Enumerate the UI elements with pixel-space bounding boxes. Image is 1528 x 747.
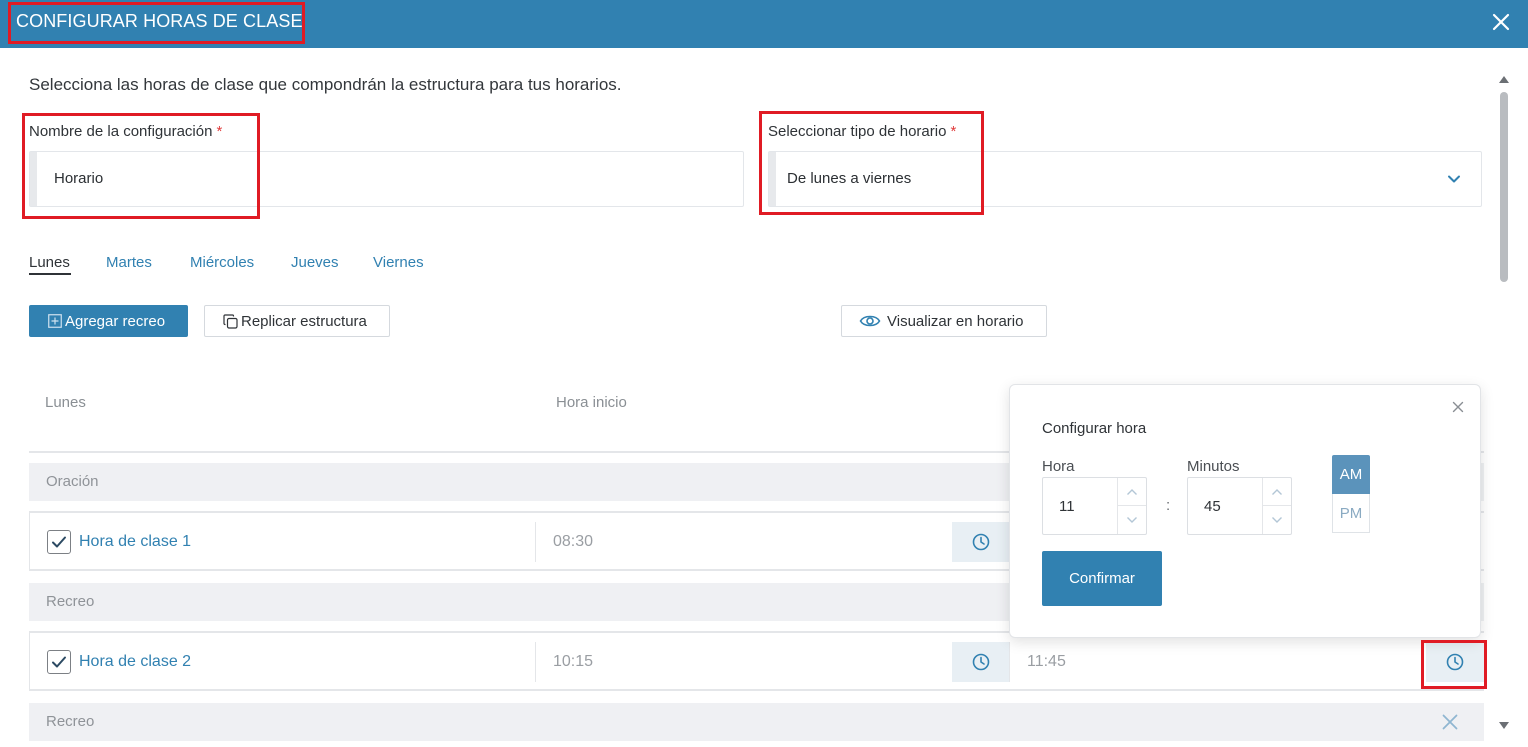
chevron-down-icon [1272, 517, 1282, 523]
chevron-down-icon [1127, 517, 1137, 523]
clock-icon [972, 653, 990, 671]
scrollbar-thumb[interactable] [1500, 92, 1508, 282]
chevron-up-icon [1127, 488, 1137, 495]
close-icon[interactable] [1452, 401, 1464, 413]
input-accent-bar [769, 152, 776, 206]
table-row-class: Hora de clase 2 10:15 11:45 [29, 631, 1484, 691]
dialog-title: CONFIGURAR HORAS DE CLASE [16, 11, 303, 31]
input-accent-bar [30, 152, 37, 206]
schedule-type-value: De lunes a viernes [787, 170, 912, 187]
minutes-decrement-button[interactable] [1263, 506, 1291, 534]
required-mark: * [216, 123, 223, 140]
replicate-structure-button[interactable]: Replicar estructura [204, 305, 390, 337]
checkmark-icon [52, 656, 66, 668]
class-checkbox[interactable] [47, 530, 71, 554]
column-header-start: Hora inicio [556, 394, 627, 411]
scrollbar[interactable] [1494, 66, 1514, 736]
minutes-label: Minutos [1187, 458, 1240, 475]
start-time-picker-button[interactable] [952, 522, 1010, 562]
hour-arrows [1117, 478, 1146, 534]
class-name: Hora de clase 1 [79, 533, 192, 550]
start-time-picker-button[interactable] [952, 642, 1010, 682]
hour-decrement-button[interactable] [1118, 506, 1146, 534]
popover-title: Configurar hora [1042, 420, 1147, 437]
hour-value[interactable]: 11 [1059, 498, 1075, 515]
break-label: Recreo [46, 713, 95, 730]
am-toggle[interactable]: AM [1332, 455, 1370, 494]
tab-martes[interactable]: Martes [106, 254, 152, 271]
preview-schedule-button[interactable]: Visualizar en horario [841, 305, 1047, 337]
start-time-value[interactable]: 10:15 [553, 653, 593, 671]
column-separator [535, 642, 536, 682]
tab-miercoles[interactable]: Miércoles [190, 254, 254, 271]
column-separator [535, 522, 536, 562]
tab-viernes[interactable]: Viernes [373, 254, 424, 271]
active-tab-indicator [29, 273, 71, 275]
break-label: Oración [46, 473, 99, 490]
chevron-up-icon [1272, 488, 1282, 495]
chevron-down-icon[interactable] [1447, 172, 1461, 186]
column-header-day: Lunes [45, 394, 86, 411]
dialog-header: CONFIGURAR HORAS DE CLASE [0, 0, 1528, 48]
config-name-label: Nombre de la configuración * [29, 123, 222, 140]
class-name: Hora de clase 2 [79, 653, 192, 670]
preview-schedule-label: Visualizar en horario [887, 312, 1024, 330]
time-separator: : [1166, 497, 1171, 514]
scroll-down-icon[interactable] [1498, 721, 1510, 731]
config-name-value: Horario [54, 170, 104, 187]
end-time-picker-button[interactable] [1426, 642, 1484, 682]
hour-increment-button[interactable] [1118, 478, 1146, 506]
hour-label: Hora [1042, 458, 1075, 475]
minutes-stepper[interactable]: 45 [1187, 477, 1292, 535]
pm-toggle[interactable]: PM [1332, 494, 1370, 533]
add-break-label: Agregar recreo [65, 312, 166, 330]
schedule-type-label: Seleccionar tipo de horario * [768, 123, 956, 140]
confirm-button[interactable]: Confirmar [1042, 551, 1162, 606]
end-time-value[interactable]: 11:45 [1027, 653, 1066, 671]
minutes-value[interactable]: 45 [1204, 498, 1221, 515]
time-picker-popover: Configurar hora Hora 11 : Minutos 45 AM … [1009, 384, 1481, 638]
config-name-input[interactable]: Horario [29, 151, 744, 207]
start-time-value[interactable]: 08:30 [553, 533, 593, 551]
minutes-arrows [1262, 478, 1291, 534]
minutes-increment-button[interactable] [1263, 478, 1291, 506]
scroll-up-icon[interactable] [1498, 74, 1510, 84]
break-label: Recreo [46, 593, 95, 610]
required-mark: * [950, 123, 957, 140]
hour-stepper[interactable]: 11 [1042, 477, 1147, 535]
column-separator [1009, 642, 1010, 682]
clock-icon [972, 533, 990, 551]
tab-jueves[interactable]: Jueves [291, 254, 339, 271]
schedule-type-select[interactable]: De lunes a viernes [768, 151, 1482, 207]
tab-lunes[interactable]: Lunes [29, 254, 70, 271]
remove-break-icon[interactable] [1442, 714, 1458, 730]
replicate-structure-label: Replicar estructura [241, 312, 367, 330]
class-checkbox[interactable] [47, 650, 71, 674]
copy-icon [223, 313, 238, 329]
add-break-button[interactable]: Agregar recreo [29, 305, 188, 337]
eye-icon [859, 315, 881, 327]
intro-text: Selecciona las horas de clase que compon… [29, 75, 622, 94]
checkmark-icon [52, 536, 66, 548]
table-row-break: Recreo [29, 703, 1484, 741]
clock-icon [1446, 653, 1464, 671]
close-icon[interactable] [1491, 12, 1511, 32]
add-square-icon [48, 314, 62, 328]
schedule-type-label-text: Seleccionar tipo de horario [768, 123, 947, 140]
config-name-label-text: Nombre de la configuración [29, 123, 213, 140]
